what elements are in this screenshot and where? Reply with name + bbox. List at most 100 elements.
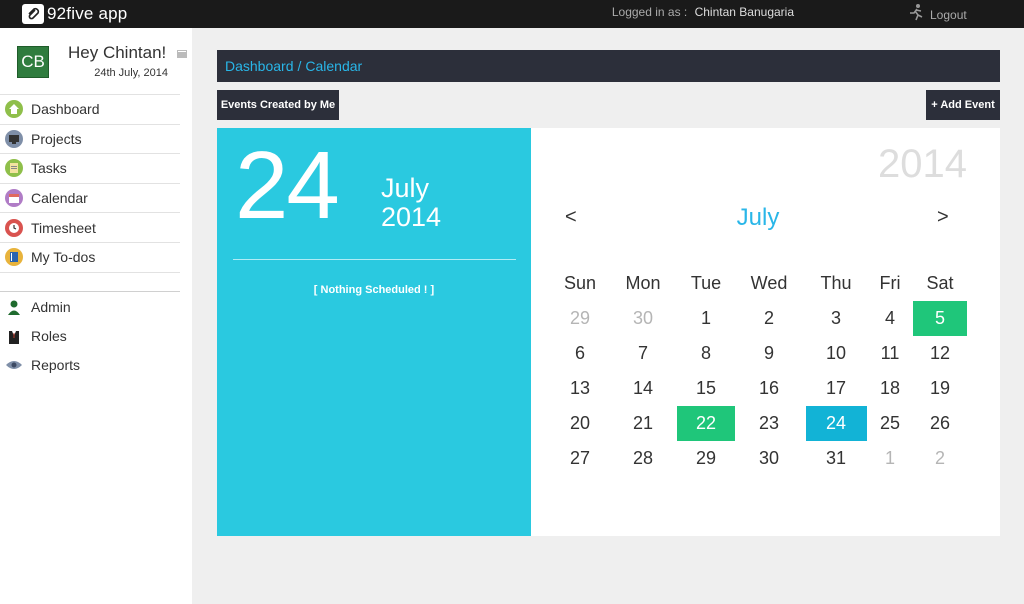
suit-icon <box>5 327 23 345</box>
calendar-day[interactable]: 1 <box>872 441 908 476</box>
calendar-day-event[interactable]: 5 <box>913 301 967 336</box>
calendar-day[interactable]: 13 <box>555 371 605 406</box>
sidebar-item-calendar[interactable]: Calendar <box>0 184 180 214</box>
next-month-button[interactable]: > <box>937 206 949 229</box>
breadcrumb-dashboard-link[interactable]: Dashboard <box>225 58 294 74</box>
calendar-day-event[interactable]: 22 <box>677 406 735 441</box>
calendar-day[interactable]: 20 <box>555 406 605 441</box>
logged-in-info: Logged in as : Chintan Banugaria <box>612 5 794 19</box>
sidebar-item-tasks[interactable]: Tasks <box>0 154 180 184</box>
sidebar-item-timesheet[interactable]: Timesheet <box>0 213 180 243</box>
calendar-day[interactable]: 10 <box>806 336 867 371</box>
sidebar-item-label: Dashboard <box>31 101 100 118</box>
weekday-label: Mon <box>625 273 661 293</box>
user-name: Chintan Banugaria <box>694 5 794 19</box>
admin-nav: Admin Roles Reports <box>0 291 180 379</box>
weekday-label: Thu <box>820 273 852 293</box>
sidebar-item-admin[interactable]: Admin <box>0 292 180 321</box>
greeting-date: 24th July, 2014 <box>94 67 168 79</box>
weekday-label: Sun <box>563 273 597 293</box>
calendar-day[interactable]: 19 <box>913 371 967 406</box>
calendar-day[interactable]: 1 <box>677 301 735 336</box>
calendar-day[interactable]: 12 <box>913 336 967 371</box>
schedule-status: [ Nothing Scheduled ! ] <box>313 284 435 296</box>
sidebar-toggle-icon[interactable] <box>177 45 187 58</box>
calendar-day[interactable]: 31 <box>806 441 867 476</box>
main-nav: Dashboard Projects Tasks Calendar Timesh… <box>0 94 180 273</box>
sidebar-item-label: Admin <box>31 298 71 315</box>
calendar-day[interactable]: 30 <box>744 441 794 476</box>
calendar-day[interactable]: 3 <box>806 301 867 336</box>
calendar-day[interactable]: 16 <box>744 371 794 406</box>
sidebar-item-label: Timesheet <box>31 219 96 236</box>
eye-icon <box>5 356 23 374</box>
selected-day: 24 <box>235 132 340 239</box>
clock-icon <box>5 218 23 237</box>
calendar-day[interactable]: 2 <box>913 441 967 476</box>
calendar-day[interactable]: 18 <box>872 371 908 406</box>
calendar-day[interactable]: 23 <box>744 406 794 441</box>
sidebar-item-roles[interactable]: Roles <box>0 321 180 350</box>
weekday-header: Sun Mon Tue Wed Thu Fri Sat <box>549 266 986 301</box>
logged-in-label: Logged in as : <box>611 5 688 19</box>
avatar[interactable]: CB <box>17 46 49 78</box>
selected-year: 2014 <box>381 202 442 232</box>
calendar-day[interactable]: 17 <box>806 371 867 406</box>
calendar-day[interactable]: 14 <box>618 371 668 406</box>
weekday-label: Tue <box>690 273 722 293</box>
selected-day-panel: 24 July 2014 [ Nothing Scheduled ! ] <box>217 128 531 536</box>
calendar-day[interactable]: 4 <box>872 301 908 336</box>
calendar-day[interactable]: 28 <box>618 441 668 476</box>
calendar-week-row: 20 21 22 23 24 25 26 <box>549 406 986 441</box>
logout-button[interactable]: Logout <box>908 3 967 26</box>
calendar-day[interactable]: 11 <box>872 336 908 371</box>
divider <box>233 259 516 260</box>
logout-label: Logout <box>930 7 967 22</box>
top-bar: 92five app Logged in as : Chintan Banuga… <box>0 0 1024 28</box>
sidebar: CB Hey Chintan! 24th July, 2014 Dashboar… <box>0 28 192 604</box>
calendar-week-row: 6 7 8 9 10 11 12 <box>549 336 986 371</box>
calendar-day[interactable]: 27 <box>555 441 605 476</box>
calendar-panel: 2014 < July > Sun Mon Tue Wed Thu Fri Sat 29 30… <box>531 128 1000 536</box>
breadcrumb-current: Calendar <box>305 58 363 74</box>
sidebar-item-reports[interactable]: Reports <box>0 350 180 379</box>
sidebar-item-label: Reports <box>31 356 81 373</box>
calendar-day[interactable]: 15 <box>677 371 735 406</box>
add-event-button[interactable]: + Add Event <box>926 90 1000 120</box>
weekday-label: Fri <box>879 273 901 293</box>
monitor-icon <box>5 129 23 148</box>
calendar-day[interactable]: 21 <box>618 406 668 441</box>
sidebar-item-dashboard[interactable]: Dashboard <box>0 95 180 125</box>
book-icon <box>5 248 23 267</box>
calendar-day[interactable]: 6 <box>555 336 605 371</box>
breadcrumb-separator: / <box>297 58 302 74</box>
calendar-day[interactable]: 29 <box>677 441 735 476</box>
user-icon <box>5 298 23 316</box>
calendar-day[interactable]: 25 <box>872 406 908 441</box>
calendar-icon <box>5 189 23 208</box>
calendar-day[interactable]: 2 <box>744 301 794 336</box>
events-created-by-me-button[interactable]: Events Created by Me <box>217 90 339 120</box>
running-man-icon <box>908 3 924 26</box>
weekday-label: Sat <box>926 273 954 293</box>
breadcrumb: Dashboard / Calendar <box>217 50 1000 82</box>
sidebar-item-label: Tasks <box>31 160 67 177</box>
calendar-day[interactable]: 30 <box>618 301 668 336</box>
paperclip-icon <box>22 3 44 24</box>
clipboard-icon <box>5 159 23 178</box>
calendar-week-row: 29 30 1 2 3 4 5 <box>549 301 986 336</box>
sidebar-item-label: Calendar <box>31 190 88 207</box>
calendar-day-selected[interactable]: 24 <box>805 406 867 441</box>
weekday-label: Wed <box>750 273 788 293</box>
app-logo[interactable]: 92five app <box>22 3 127 24</box>
calendar-day[interactable]: 7 <box>618 336 668 371</box>
sidebar-item-projects[interactable]: Projects <box>0 125 180 155</box>
calendar-day[interactable]: 8 <box>677 336 735 371</box>
calendar-day[interactable]: 26 <box>913 406 967 441</box>
calendar-day[interactable]: 9 <box>744 336 794 371</box>
sidebar-item-label: Roles <box>31 327 67 344</box>
calendar-day[interactable]: 29 <box>555 301 605 336</box>
sidebar-item-my-todos[interactable]: My To-dos <box>0 243 180 273</box>
calendar-week-row: 13 14 15 16 17 18 19 <box>549 371 986 406</box>
sidebar-item-label: My To-dos <box>31 249 96 266</box>
